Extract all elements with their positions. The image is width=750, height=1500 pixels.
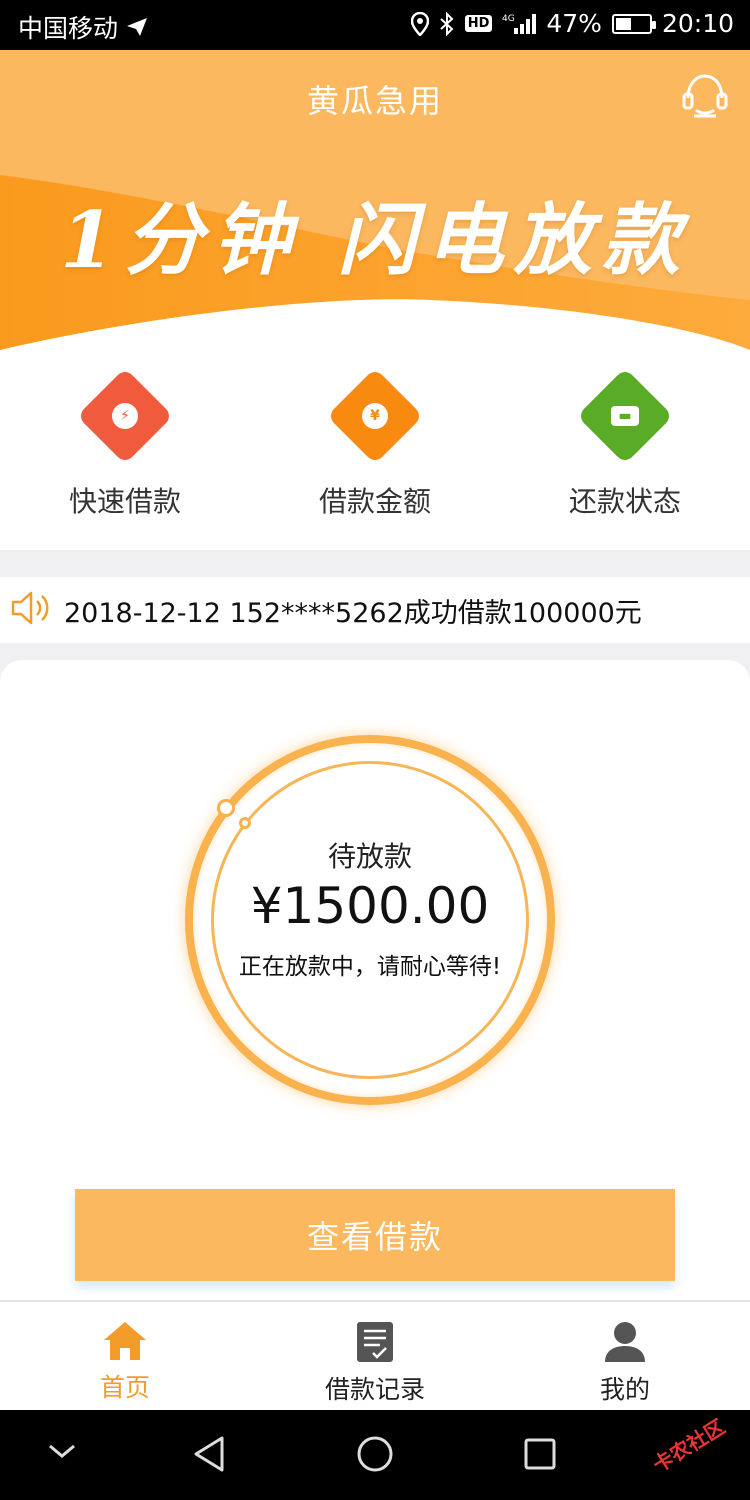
speaker-icon — [10, 588, 56, 632]
bluetooth-icon — [439, 11, 455, 36]
user-icon — [605, 1322, 645, 1362]
home-icon — [104, 1322, 146, 1360]
home-circle-icon[interactable] — [355, 1434, 395, 1474]
quick-loan-amount[interactable]: ¥ 借款金额 — [250, 350, 500, 550]
quick-fast-loan[interactable]: ⚡ 快速借款 — [0, 350, 250, 550]
app-title: 黄瓜急用 — [306, 82, 443, 120]
tab-records-label: 借款记录 — [324, 1375, 425, 1404]
status-bar: 中国移动 HD 4G 47% 20:10 — [0, 0, 750, 50]
notice-bar: 2018-12-12 152****5262成功借款100000元 — [0, 577, 750, 643]
send-icon — [126, 17, 148, 37]
tab-home[interactable]: 首页 — [0, 1302, 250, 1410]
quick-loan-amount-label: 借款金额 — [318, 485, 431, 518]
battery-icon — [611, 13, 656, 34]
hd-badge: HD — [464, 15, 493, 32]
clock: 20:10 — [661, 9, 734, 38]
ring-dot — [239, 817, 251, 829]
section-divider — [0, 550, 750, 577]
watermark-text: 卡农社区 — [648, 1414, 730, 1478]
notice-text: 2018-12-12 152****5262成功借款100000元 — [64, 597, 642, 629]
lightning-icon: ⚡ — [76, 367, 174, 465]
quick-actions: ⚡ 快速借款 ¥ 借款金额 ▬ 还款状态 — [0, 350, 750, 550]
status-ring: 待放款 ¥1500.00 正在放款中，请耐心等待! — [185, 735, 565, 1115]
view-loan-button[interactable]: 查看借款 — [75, 1189, 675, 1281]
quick-fast-loan-label: 快速借款 — [68, 485, 181, 518]
loan-status-tip: 正在放款中，请耐心等待! — [238, 954, 502, 980]
loan-status-label: 待放款 — [327, 840, 412, 873]
slogan: 1分钟 闪电放款 — [60, 195, 690, 286]
headset-icon[interactable] — [680, 70, 730, 120]
tab-home-label: 首页 — [99, 1373, 150, 1402]
battery-percent: 47% — [546, 9, 602, 38]
ring-dot — [217, 799, 235, 817]
chevron-down-icon[interactable] — [46, 1440, 78, 1462]
tab-mine-label: 我的 — [599, 1375, 650, 1404]
recents-icon[interactable] — [522, 1436, 558, 1472]
quick-repay-status[interactable]: ▬ 还款状态 — [500, 350, 750, 550]
tab-records[interactable]: 借款记录 — [250, 1302, 500, 1410]
carrier-label: 中国移动 — [18, 14, 119, 43]
header-banner: 黄瓜急用 1分钟 闪电放款 — [0, 50, 750, 350]
signal-icon: 4G — [502, 12, 537, 36]
loan-amount: ¥1500.00 — [250, 877, 490, 935]
watermark-logo: 卡农社区 — [632, 1410, 742, 1480]
loan-status-card: 待放款 ¥1500.00 正在放款中，请耐心等待! 查看借款 — [0, 660, 750, 1300]
location-icon — [410, 11, 429, 36]
record-icon — [357, 1322, 393, 1362]
back-icon[interactable] — [190, 1434, 228, 1474]
svg-text:4G: 4G — [502, 14, 515, 24]
yen-diamond-icon: ¥ — [326, 367, 424, 465]
quick-repay-status-label: 还款状态 — [568, 485, 681, 518]
bottom-tabbar: 首页 借款记录 我的 — [0, 1300, 750, 1410]
card-icon: ▬ — [576, 367, 674, 465]
tab-mine[interactable]: 我的 — [500, 1302, 750, 1410]
